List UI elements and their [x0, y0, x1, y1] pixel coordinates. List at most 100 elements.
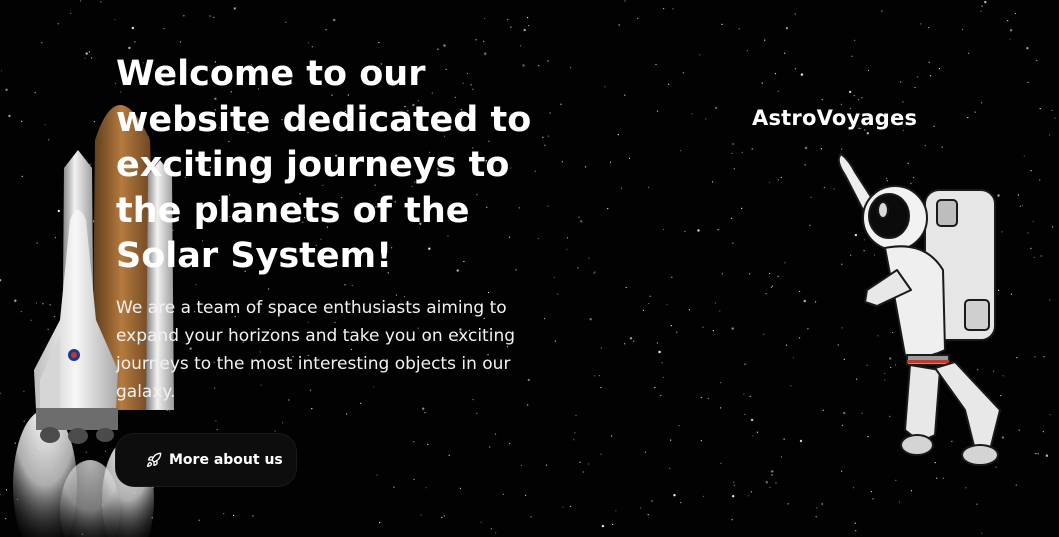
star — [794, 68, 797, 70]
star — [730, 217, 733, 219]
star — [607, 208, 609, 210]
star — [815, 301, 817, 303]
star — [562, 506, 564, 508]
star — [1033, 256, 1035, 258]
star — [714, 106, 718, 110]
star — [910, 490, 913, 492]
star — [924, 144, 926, 146]
star — [672, 8, 674, 10]
hero-intro-text: We are a team of space enthusiasts aimin… — [116, 298, 516, 402]
star — [699, 54, 701, 56]
star — [594, 271, 596, 273]
star — [490, 528, 492, 530]
star — [816, 507, 818, 509]
star — [484, 17, 486, 20]
star — [851, 55, 853, 57]
star — [855, 530, 857, 532]
star — [131, 26, 134, 30]
star — [676, 331, 678, 333]
star — [671, 276, 673, 278]
star — [765, 293, 767, 295]
star — [213, 16, 215, 18]
star — [267, 288, 270, 290]
star — [783, 438, 785, 440]
star — [1049, 414, 1051, 416]
star — [751, 148, 753, 150]
star — [85, 52, 88, 55]
star — [872, 498, 874, 500]
star — [1051, 109, 1053, 111]
star — [965, 487, 967, 489]
star — [70, 12, 72, 14]
star — [351, 284, 353, 287]
star — [679, 150, 682, 152]
star — [821, 503, 823, 505]
star — [1045, 454, 1049, 457]
star — [593, 272, 595, 274]
star — [688, 309, 691, 311]
star — [525, 494, 527, 496]
star — [703, 495, 705, 497]
star — [800, 73, 804, 76]
star — [376, 474, 378, 476]
brand-logo[interactable]: AstroVoyages — [752, 106, 917, 130]
star — [600, 453, 602, 455]
more-about-us-label: More about us — [169, 452, 283, 468]
star — [459, 487, 461, 489]
star — [680, 502, 682, 504]
star — [604, 86, 606, 88]
star — [756, 431, 759, 433]
star — [938, 68, 941, 70]
star — [733, 168, 735, 170]
star — [763, 333, 765, 335]
star — [629, 337, 633, 340]
star — [1009, 29, 1013, 32]
star — [981, 102, 983, 104]
star — [768, 182, 771, 184]
star — [1049, 134, 1051, 136]
star — [962, 28, 964, 31]
star — [769, 486, 771, 489]
star — [495, 532, 497, 534]
star — [644, 451, 647, 453]
more-about-us-button[interactable]: More about us — [116, 434, 296, 486]
star — [128, 46, 131, 50]
star — [715, 302, 717, 304]
star — [617, 134, 619, 136]
star — [1042, 431, 1044, 433]
star — [765, 481, 768, 484]
star — [640, 507, 642, 509]
star — [79, 0, 82, 2]
star — [600, 347, 602, 349]
star — [311, 408, 313, 410]
star — [920, 23, 922, 25]
star — [183, 15, 185, 17]
star — [658, 350, 661, 354]
star — [483, 40, 485, 43]
star — [854, 39, 856, 42]
star — [743, 393, 745, 395]
rocket-icon — [146, 452, 162, 468]
star — [777, 90, 779, 92]
star — [744, 363, 746, 365]
star — [333, 18, 336, 22]
star — [771, 474, 773, 476]
star — [702, 326, 704, 328]
star — [475, 39, 477, 41]
star — [661, 362, 663, 364]
star — [900, 81, 902, 83]
star — [867, 69, 870, 72]
star — [792, 357, 794, 359]
star — [840, 103, 843, 105]
star — [633, 340, 635, 342]
star — [427, 443, 429, 446]
star — [785, 27, 789, 30]
star — [233, 7, 236, 10]
star — [609, 161, 612, 163]
hero-headline: Welcome to our website dedicated to exci… — [116, 54, 532, 276]
star — [669, 467, 671, 469]
star — [601, 524, 605, 528]
star — [785, 344, 788, 346]
star — [311, 46, 313, 48]
star — [684, 230, 686, 233]
